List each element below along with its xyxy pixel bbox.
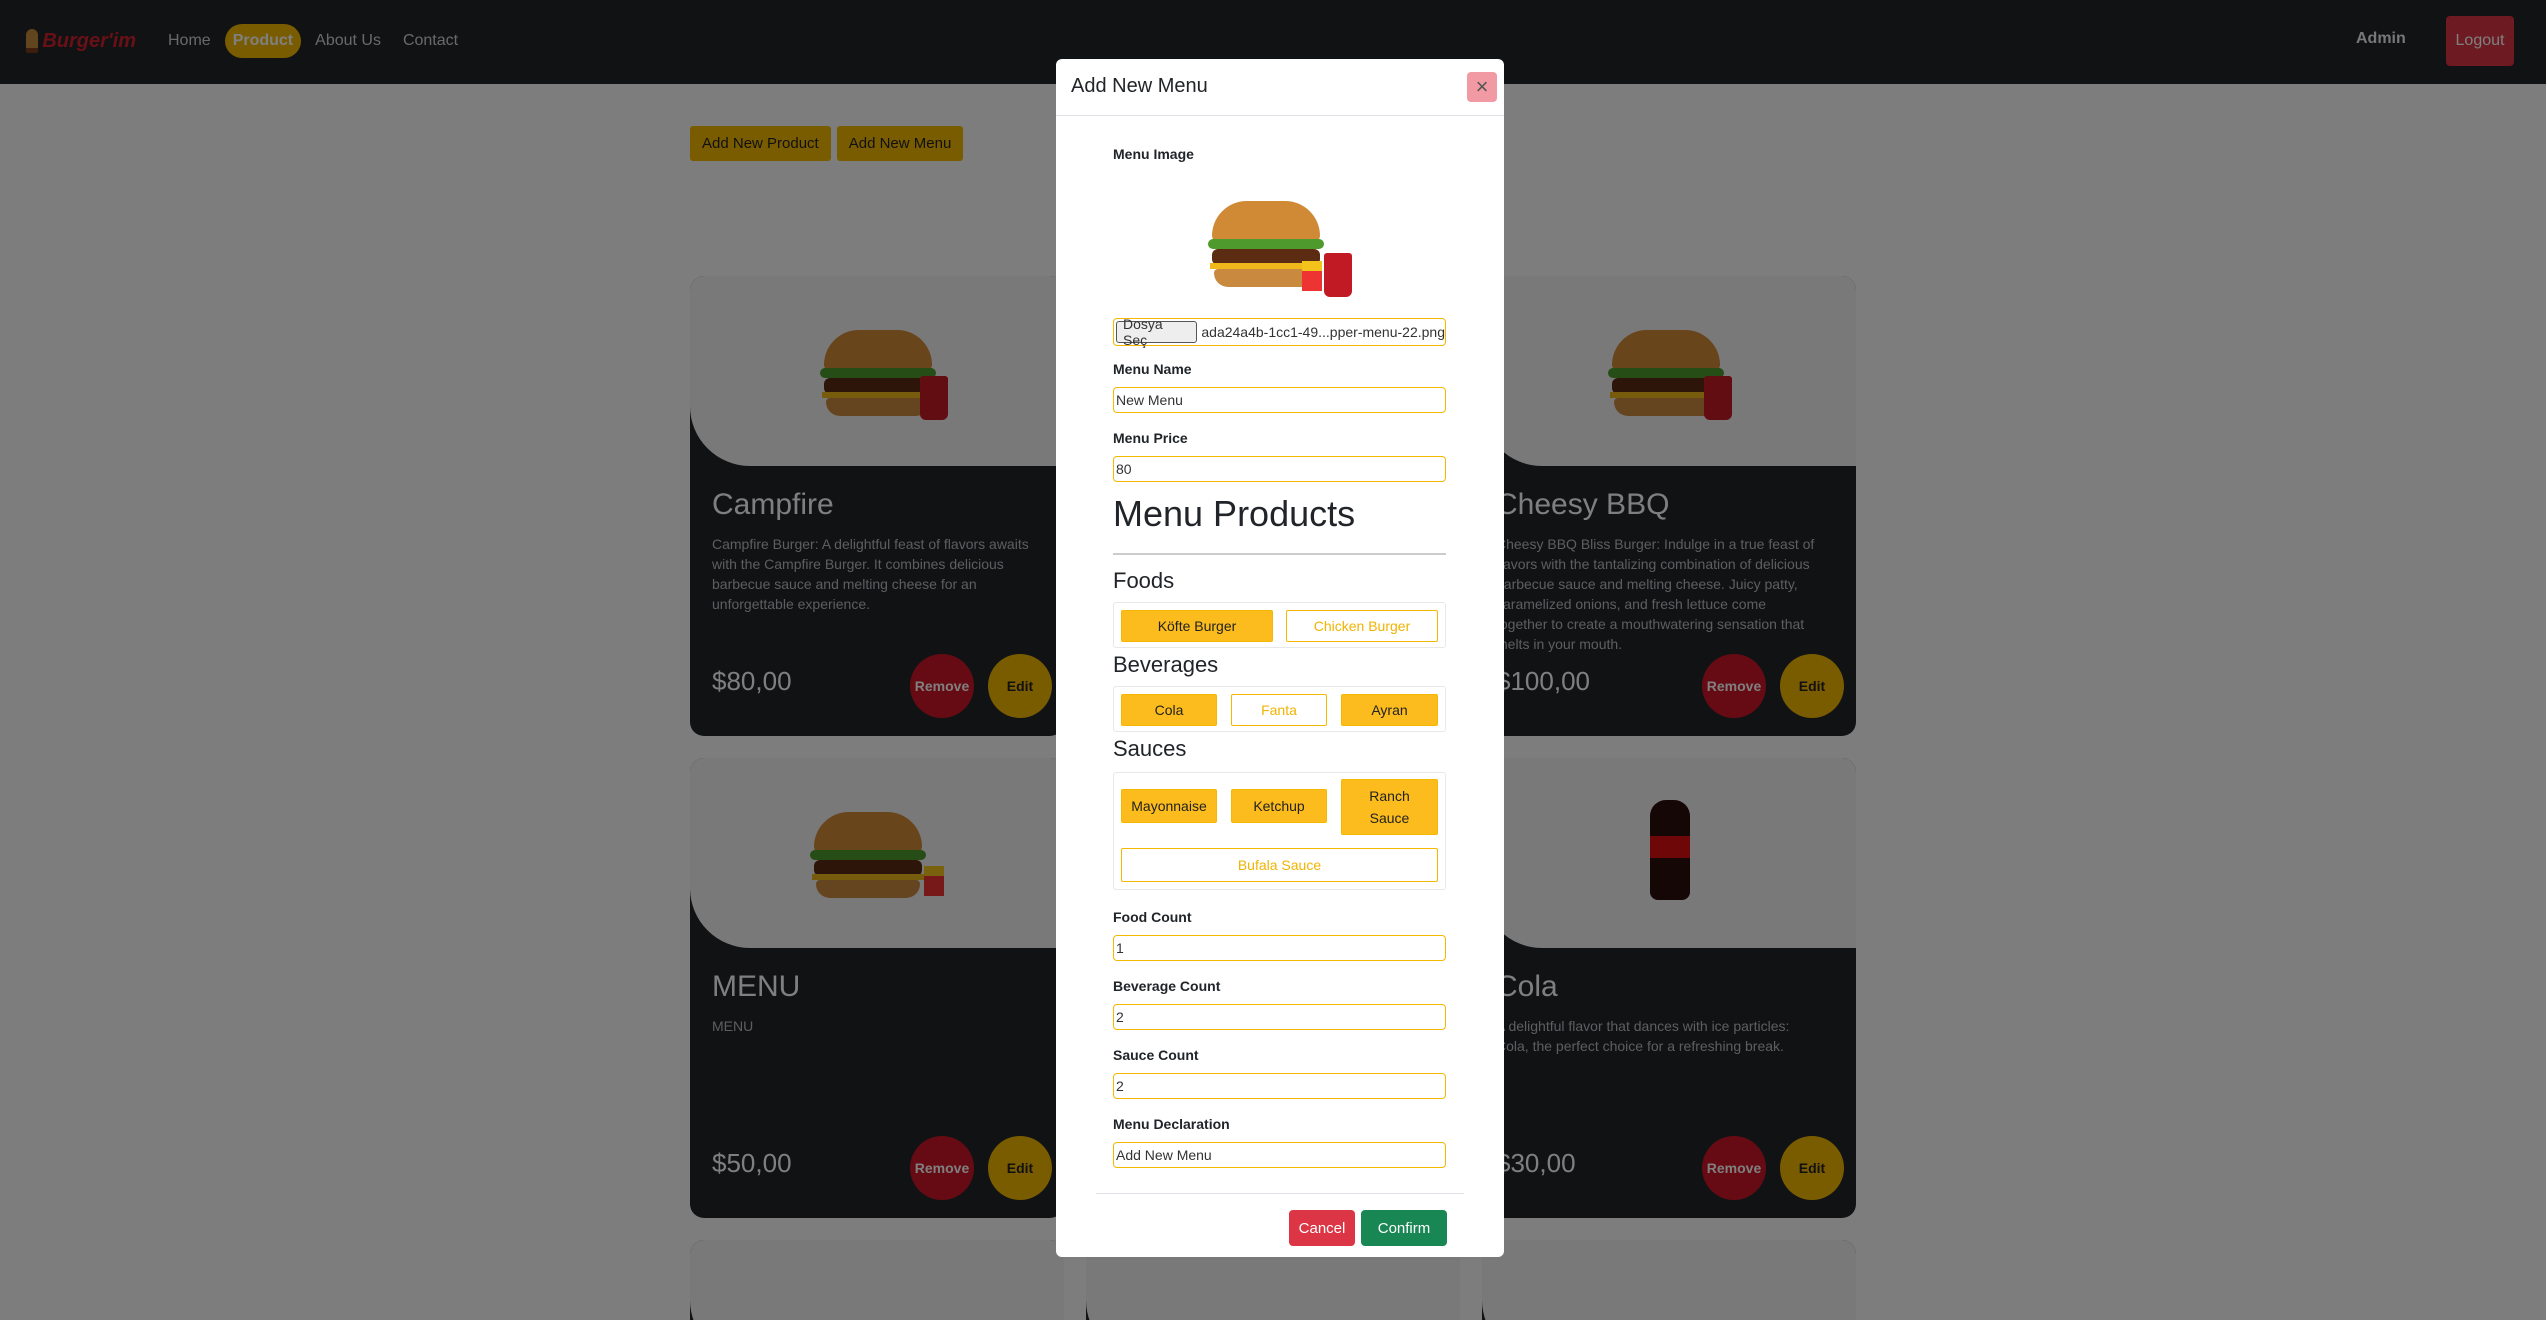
cancel-button[interactable]: Cancel: [1289, 1210, 1355, 1246]
food-count-input[interactable]: 1: [1113, 935, 1446, 961]
menu-price-label: Menu Price: [1113, 430, 1188, 446]
sauces-group: Mayonnaise Ketchup Ranch Sauce Bufala Sa…: [1113, 772, 1446, 890]
file-input[interactable]: Dosya Seç ada24a4b-1cc1-49...pper-menu-2…: [1113, 316, 1446, 348]
beverage-option[interactable]: Cola: [1121, 694, 1217, 726]
beverages-group: Cola Fanta Ayran: [1113, 686, 1446, 732]
divider: [1113, 553, 1446, 555]
sauce-count-input[interactable]: 2: [1113, 1073, 1446, 1099]
sauce-option[interactable]: Ketchup: [1231, 789, 1327, 823]
sauce-count-label: Sauce Count: [1113, 1047, 1199, 1063]
confirm-button[interactable]: Confirm: [1361, 1210, 1447, 1246]
foods-title: Foods: [1113, 568, 1175, 593]
food-option[interactable]: Chicken Burger: [1286, 610, 1438, 642]
menu-image-preview: [1206, 191, 1356, 311]
beverage-count-label: Beverage Count: [1113, 978, 1221, 994]
beverage-option[interactable]: Fanta: [1231, 694, 1327, 726]
menu-name-input[interactable]: New Menu: [1113, 387, 1446, 413]
sauce-option[interactable]: Bufala Sauce: [1121, 848, 1438, 882]
modal-header: Add New Menu ×: [1056, 59, 1504, 116]
menu-products-title: Menu Products: [1113, 493, 1356, 534]
choose-file-button[interactable]: Dosya Seç: [1116, 316, 1198, 348]
foods-group: Köfte Burger Chicken Burger: [1113, 602, 1446, 648]
menu-name-label: Menu Name: [1113, 361, 1192, 377]
modal-title: Add New Menu: [1071, 75, 1208, 97]
menu-declaration-label: Menu Declaration: [1113, 1116, 1230, 1132]
food-option[interactable]: Köfte Burger: [1121, 610, 1273, 642]
beverages-title: Beverages: [1113, 652, 1219, 677]
close-icon[interactable]: ×: [1467, 72, 1497, 102]
add-menu-modal: Add New Menu × Menu Image Dosya Seç ada2…: [1056, 59, 1504, 1257]
menu-price-input[interactable]: 80: [1113, 456, 1446, 482]
sauce-option[interactable]: Mayonnaise: [1121, 789, 1217, 823]
food-count-label: Food Count: [1113, 909, 1192, 925]
beverage-option[interactable]: Ayran: [1341, 694, 1438, 726]
menu-image-label: Menu Image: [1113, 146, 1194, 162]
sauces-title: Sauces: [1113, 736, 1187, 761]
footer-divider: [1096, 1193, 1464, 1194]
sauce-option[interactable]: Ranch Sauce: [1341, 779, 1438, 835]
menu-declaration-input[interactable]: Add New Menu: [1113, 1142, 1446, 1168]
file-name: ada24a4b-1cc1-49...pper-menu-22.png: [1201, 324, 1445, 340]
beverage-count-input[interactable]: 2: [1113, 1004, 1446, 1030]
